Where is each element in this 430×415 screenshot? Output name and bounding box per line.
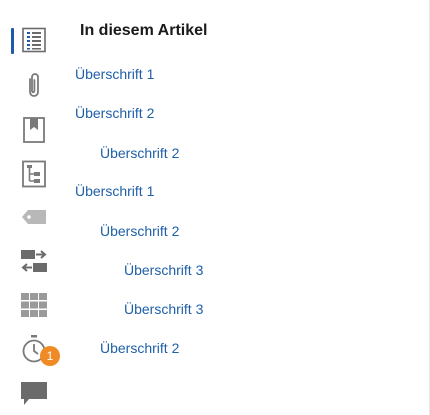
toc-link-heading-1[interactable]: Überschrift 1 [75,183,154,199]
tags-button[interactable] [16,199,52,235]
toc-link-heading-1[interactable]: Überschrift 1 [75,66,154,82]
side-rail: 1 [0,0,64,415]
toc-panel: In diesem Artikel Überschrift 1 Überschr… [64,0,430,415]
structure-button[interactable] [16,156,52,192]
apps-grid-button[interactable] [16,287,52,323]
attachments-button[interactable] [16,67,52,103]
bookmarks-button[interactable] [16,112,52,148]
tree-structure-icon [22,160,46,188]
toc-heading: In diesem Artikel [80,22,208,39]
bookmark-icon [23,117,45,143]
toc-link-heading-2[interactable]: Überschrift 2 [100,145,179,161]
toc-link-heading-2[interactable]: Überschrift 2 [75,105,154,121]
toc-link-heading-2[interactable]: Überschrift 2 [100,340,179,356]
toc-link-heading-2[interactable]: Überschrift 2 [100,223,179,239]
swap-button[interactable] [16,243,52,279]
article-toc-icon [22,27,46,53]
paperclip-icon [29,73,39,97]
tag-icon [22,210,46,224]
article-toc-button[interactable] [16,22,52,58]
active-indicator [11,28,14,54]
grid-icon [21,293,47,317]
comment-icon [21,382,47,405]
toc-link-heading-3[interactable]: Überschrift 3 [124,301,203,317]
swap-icon [21,250,47,272]
toc-link-heading-3[interactable]: Überschrift 3 [124,262,203,278]
notification-badge: 1 [40,346,60,366]
comments-button[interactable] [16,376,52,412]
